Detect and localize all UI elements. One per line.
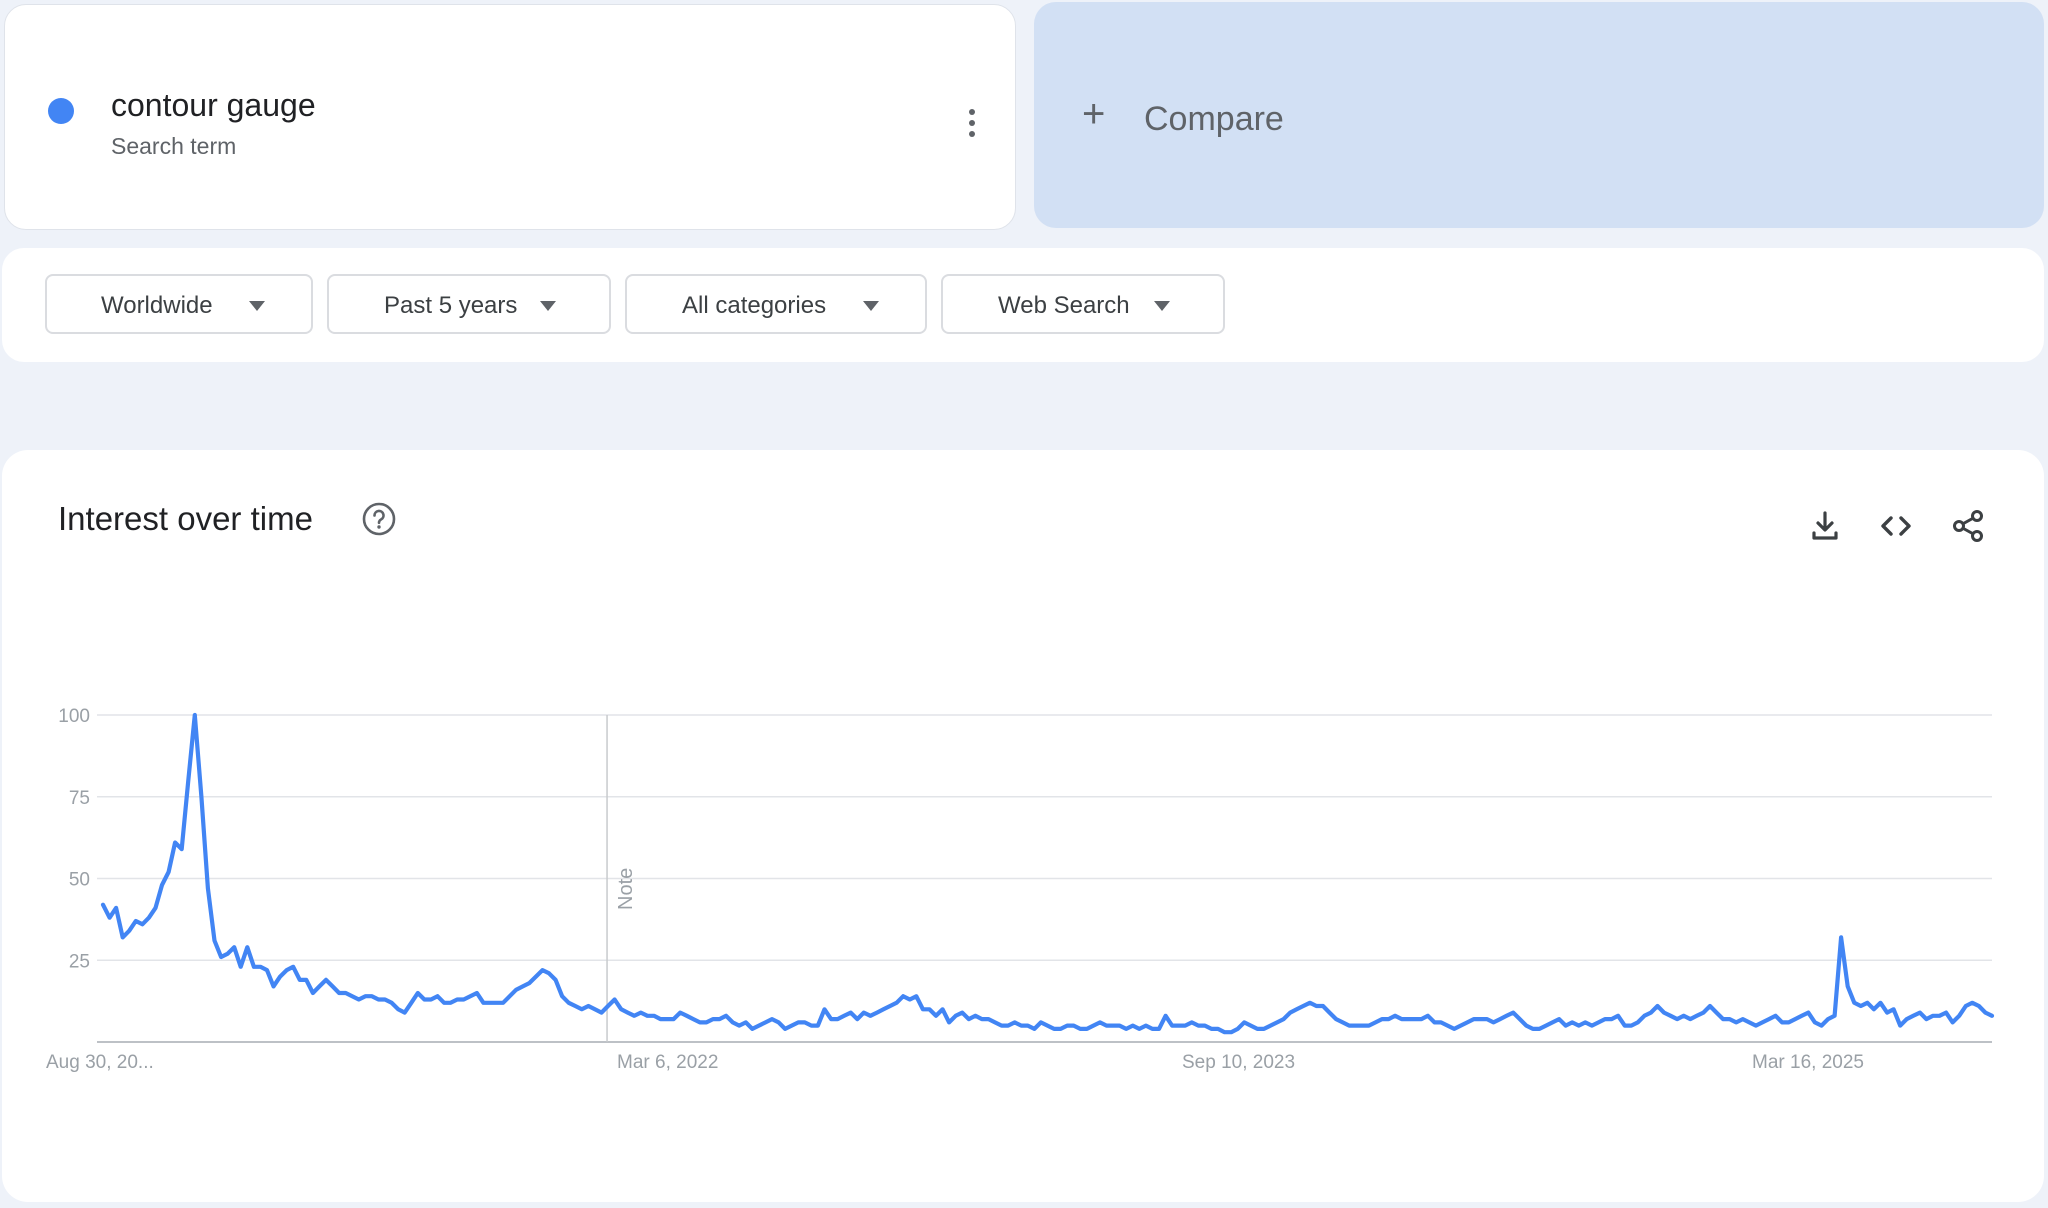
- more-options-icon[interactable]: [955, 103, 989, 143]
- y-tick-label: 50: [69, 870, 90, 891]
- y-tick-label: 100: [58, 706, 90, 727]
- search-term-card: contour gauge Search term: [4, 4, 1016, 230]
- x-tick-label: Aug 30, 20...: [46, 1052, 154, 1073]
- compare-label: Compare: [1144, 100, 1284, 138]
- note-label: Note: [615, 868, 637, 910]
- caret-down-icon: [863, 301, 879, 311]
- series-line-contour-gauge: [100, 712, 1995, 1035]
- interest-line-chart: 25 50 75 100 Note Aug 30, 20... Mar 6, 2022 Sep…: [46, 706, 1995, 1073]
- search-term-name[interactable]: contour gauge: [111, 87, 316, 124]
- interest-over-time-card: Interest over time 25 50 75 100 Note Aug 30, …: [2, 450, 2044, 1202]
- filter-category-label: All categories: [682, 292, 827, 319]
- caret-down-icon: [1154, 301, 1170, 311]
- caret-down-icon: [249, 301, 265, 311]
- term-color-dot: [48, 98, 74, 124]
- x-tick-label: Mar 6, 2022: [617, 1052, 718, 1073]
- x-tick-label: Mar 16, 2025: [1752, 1052, 1864, 1073]
- x-tick-label: Sep 10, 2023: [1182, 1052, 1295, 1073]
- filter-category-dropdown[interactable]: All categories: [625, 274, 927, 334]
- search-term-subtitle: Search term: [111, 133, 237, 159]
- compare-button[interactable]: + Compare: [1034, 2, 2044, 228]
- filter-time-label: Past 5 years: [384, 292, 518, 319]
- filter-search-type-dropdown[interactable]: Web Search: [941, 274, 1225, 334]
- filter-region-dropdown[interactable]: Worldwide: [45, 274, 313, 334]
- filter-region-label: Worldwide: [101, 292, 213, 319]
- plus-icon: +: [1082, 92, 1106, 136]
- y-tick-label: 25: [69, 951, 90, 972]
- y-tick-label: 75: [69, 788, 90, 809]
- filter-search-type-label: Web Search: [998, 292, 1130, 319]
- filter-bar: Worldwide Past 5 years All categories We…: [2, 248, 2044, 362]
- filter-time-dropdown[interactable]: Past 5 years: [327, 274, 611, 334]
- caret-down-icon: [540, 301, 556, 311]
